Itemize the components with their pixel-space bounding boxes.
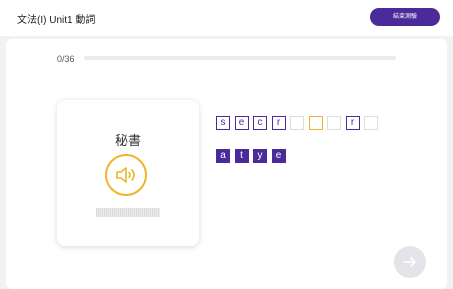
answer-slot[interactable]: [308, 116, 323, 130]
arrow-right-icon: [403, 257, 416, 267]
answer-slot[interactable]: [290, 116, 304, 130]
end-quiz-button[interactable]: 結束測驗: [370, 8, 440, 26]
answer-slot[interactable]: r: [345, 116, 360, 130]
word-card: 秘書: [57, 100, 199, 246]
progress-bar: [84, 56, 396, 60]
question-word: 秘書: [114, 134, 141, 149]
next-button[interactable]: [394, 246, 426, 278]
audio-waveform: [96, 208, 160, 217]
letter-tile[interactable]: a: [216, 149, 230, 163]
letter-tile[interactable]: y: [253, 149, 267, 163]
progress-counter: 0/36: [57, 54, 75, 64]
letter-tile[interactable]: e: [271, 149, 286, 163]
answer-slot[interactable]: [327, 116, 341, 130]
speaker-icon[interactable]: [105, 154, 147, 196]
letter-tile[interactable]: t: [234, 149, 249, 163]
answer-slot[interactable]: c: [253, 116, 267, 130]
top-bar: 文法(I) Unit1 動詞 結束測驗: [0, 0, 453, 36]
answer-slot[interactable]: e: [234, 116, 249, 130]
answer-slot[interactable]: r: [271, 116, 286, 130]
answer-slot[interactable]: [364, 116, 378, 130]
answer-slot[interactable]: s: [216, 116, 230, 130]
page-title: 文法(I) Unit1 動詞: [17, 15, 96, 26]
